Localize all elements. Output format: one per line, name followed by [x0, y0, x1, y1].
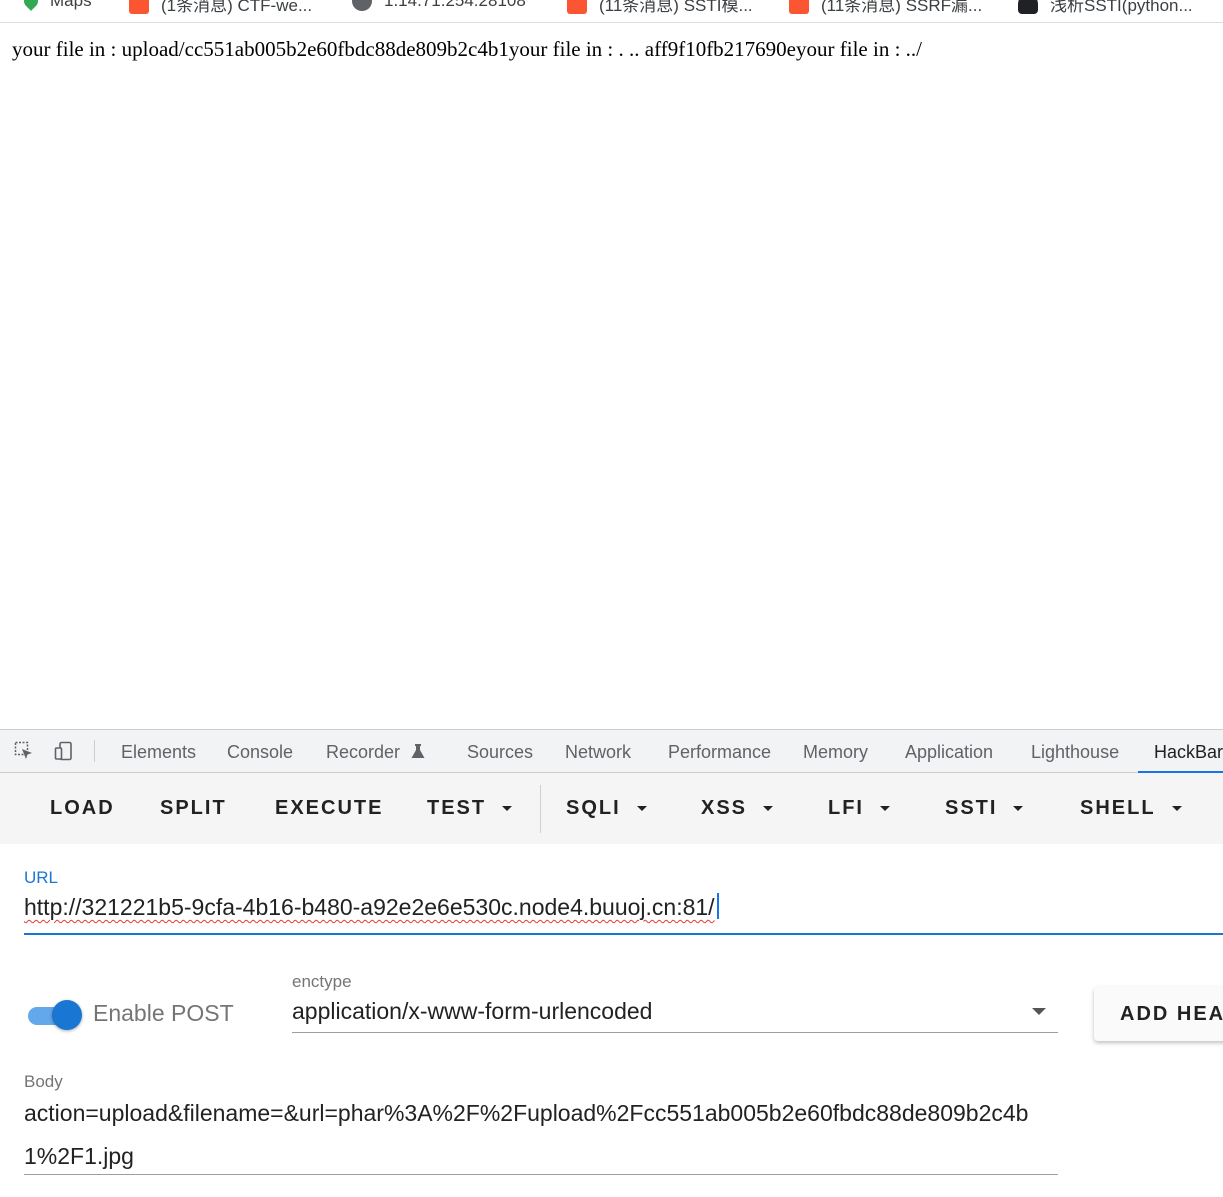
split-button-label: SPLIT — [160, 797, 227, 819]
enable-post-label: Enable POST — [93, 1000, 234, 1026]
url-text: http://321221b5-9cfa-4b16-b480-a92e2e6e5… — [24, 894, 715, 920]
dropdown-arrow-icon — [1032, 1008, 1046, 1015]
bookmark-csdn-ssti[interactable]: (11条消息) SSTI模... — [567, 0, 753, 16]
url-input-value[interactable]: http://321221b5-9cfa-4b16-b480-a92e2e6e5… — [24, 893, 719, 921]
tab-lighthouse[interactable]: Lighthouse — [1031, 730, 1119, 772]
execute-button[interactable]: EXECUTE — [275, 773, 383, 844]
caret-down-icon — [502, 806, 513, 811]
device-toolbar-icon[interactable] — [54, 741, 74, 761]
csdn-icon — [129, 0, 149, 14]
maps-icon — [21, 0, 41, 11]
globe-icon — [352, 0, 372, 11]
ssti-button-label: SSTI — [945, 797, 998, 819]
bookmark-csdn-ctf[interactable]: (1条消息) CTF-we... — [129, 0, 312, 16]
toolbar-divider — [94, 740, 95, 762]
tab-application[interactable]: Application — [905, 730, 993, 772]
test-dropdown-button[interactable]: TEST — [427, 773, 513, 844]
ssti-dropdown-button[interactable]: SSTI — [945, 773, 1024, 844]
caret-down-icon — [880, 806, 890, 811]
load-button[interactable]: LOAD — [50, 773, 115, 844]
execute-button-label: EXECUTE — [275, 797, 384, 819]
bookmark-maps[interactable]: Maps — [21, 0, 92, 11]
enable-post-toggle[interactable] — [26, 1000, 82, 1030]
tab-sources[interactable]: Sources — [467, 730, 533, 772]
bookmark-label: Maps — [50, 0, 92, 10]
lfi-dropdown-button[interactable]: LFI — [828, 773, 890, 844]
caret-down-icon — [636, 806, 647, 811]
test-button-label: TEST — [427, 797, 487, 819]
enctype-value: application/x-www-form-urlencoded — [292, 998, 653, 1024]
caret-down-icon — [1013, 806, 1024, 811]
tab-performance[interactable]: Performance — [668, 730, 771, 772]
toggle-thumb — [52, 1000, 82, 1030]
csdn-icon — [567, 0, 587, 14]
enctype-select[interactable]: application/x-www-form-urlencoded — [292, 998, 1058, 1033]
add-header-label: ADD HEADER — [1120, 1003, 1223, 1025]
shell-dropdown-button[interactable]: SHELL — [1080, 773, 1182, 844]
tab-network[interactable]: Network — [565, 730, 631, 772]
lfi-button-label: LFI — [828, 797, 864, 819]
xss-dropdown-button[interactable]: XSS — [701, 773, 774, 844]
bookmark-ip[interactable]: 1.14.71.254:28108 — [352, 0, 526, 11]
flask-icon — [411, 744, 425, 758]
bookmark-label: (11条消息) SSTI模... — [599, 0, 753, 15]
bookmark-ssti-python[interactable]: 浅析SSTI(python... — [1018, 0, 1193, 16]
bookmark-label: (11条消息) SSRF漏... — [821, 0, 983, 15]
sqli-dropdown-button[interactable]: SQLI — [566, 773, 647, 844]
shell-button-label: SHELL — [1080, 797, 1156, 819]
toolbar-divider — [540, 785, 541, 833]
tab-hackbar[interactable]: HackBar — [1137, 730, 1223, 773]
spade-icon — [1018, 0, 1038, 14]
sqli-button-label: SQLI — [566, 797, 621, 819]
page-output-text: your file in : upload/cc551ab005b2e60fbd… — [12, 37, 922, 61]
tab-console[interactable]: Console — [227, 730, 293, 772]
tab-recorder-label: Recorder — [326, 742, 401, 762]
split-button[interactable]: SPLIT — [160, 773, 227, 844]
body-textarea[interactable]: action=upload&filename=&url=phar%3A%2F%2… — [24, 1092, 1058, 1175]
inspect-element-icon[interactable] — [14, 741, 34, 761]
body-label: Body — [24, 1072, 63, 1091]
hackbar-toolbar: LOAD SPLIT EXECUTE TEST SQLI XSS LFI SST… — [0, 773, 1223, 844]
text-cursor — [716, 893, 719, 919]
tab-elements[interactable]: Elements — [121, 730, 196, 772]
bookmark-label: 浅析SSTI(python... — [1050, 0, 1193, 15]
add-header-button[interactable]: ADD HEADER — [1094, 987, 1223, 1041]
tab-memory[interactable]: Memory — [803, 730, 868, 772]
url-label: URL — [24, 868, 59, 887]
load-button-label: LOAD — [50, 797, 115, 819]
bookmarks-bar: Maps (1条消息) CTF-we... 1.14.71.254:28108 … — [0, 0, 1223, 23]
csdn-icon — [789, 0, 809, 14]
caret-down-icon — [1171, 806, 1182, 811]
bookmark-label: (1条消息) CTF-we... — [161, 0, 313, 15]
tab-recorder[interactable]: Recorder — [326, 730, 425, 772]
bookmark-label: 1.14.71.254:28108 — [384, 0, 526, 10]
caret-down-icon — [763, 806, 774, 811]
bookmark-csdn-ssrf[interactable]: (11条消息) SSRF漏... — [789, 0, 982, 16]
devtools-tab-bar: Elements Console Recorder Sources Networ… — [0, 730, 1223, 773]
xss-button-label: XSS — [701, 797, 748, 819]
enctype-label: enctype — [292, 972, 352, 991]
